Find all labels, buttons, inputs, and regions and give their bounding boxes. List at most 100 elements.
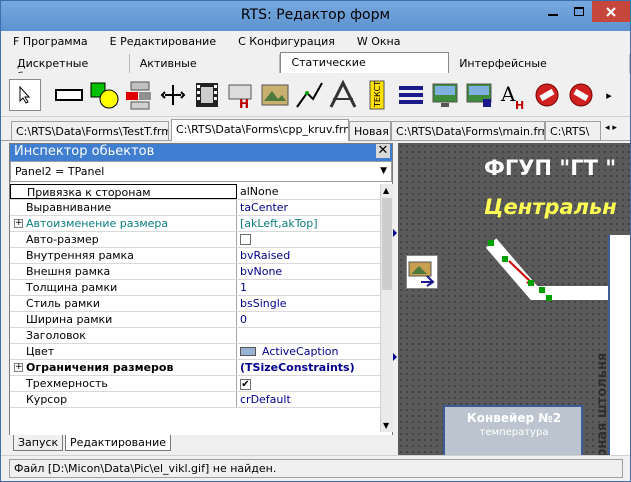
property-value[interactable]: bsSingle bbox=[237, 296, 380, 311]
property-name: Ширина рамки bbox=[10, 312, 237, 327]
file-tab-main[interactable]: C:\RTS\Data\Forms\main.frm bbox=[391, 121, 545, 140]
vertical-text-icon: ТЕКСТ bbox=[369, 80, 385, 110]
component-palette-tabs: Дискретные биты Активные компоненты Стат… bbox=[1, 51, 630, 83]
scroll-up-icon[interactable]: ▲ bbox=[383, 186, 389, 195]
property-name: Привязка к сторонам bbox=[10, 184, 237, 199]
monitor-tool[interactable] bbox=[429, 79, 461, 111]
file-tabs-scroll[interactable]: ◂ ▸ bbox=[605, 123, 617, 133]
image-component[interactable] bbox=[406, 255, 438, 289]
close-button[interactable] bbox=[592, 1, 630, 22]
property-row-ctl3d[interactable]: Трехмерность ✔ bbox=[10, 376, 380, 392]
property-value[interactable]: 1 bbox=[237, 280, 380, 295]
tab-interface-components[interactable]: Интерфейсные компоненты bbox=[449, 54, 630, 83]
title-bar[interactable]: RTS: Редактор форм bbox=[1, 1, 630, 31]
property-value[interactable]: ActiveCaption bbox=[237, 344, 380, 359]
tab-discrete-bits[interactable]: Дискретные биты bbox=[7, 54, 130, 83]
property-name: Выравнивание bbox=[10, 200, 237, 215]
property-value[interactable]: taCenter bbox=[237, 200, 380, 215]
file-tab-rts[interactable]: C:\RTS\ bbox=[545, 121, 601, 140]
file-tab-new[interactable]: Новая bbox=[349, 121, 391, 140]
header-tool[interactable]: H bbox=[225, 79, 257, 111]
color-swatch bbox=[240, 347, 256, 356]
property-value[interactable]: (TSizeConstraints) bbox=[237, 360, 380, 375]
menu-edit[interactable]: E Редактирование bbox=[96, 35, 224, 48]
property-value[interactable]: crDefault bbox=[237, 392, 380, 407]
property-row-border-style[interactable]: Стиль рамки bsSingle bbox=[10, 296, 380, 312]
object-selector[interactable]: Panel2 = TPanel ▼ bbox=[10, 161, 392, 182]
tab-editing[interactable]: Редактирование bbox=[65, 435, 171, 451]
property-value[interactable] bbox=[237, 328, 380, 343]
property-row-autosize[interactable]: Авто-размер bbox=[10, 232, 380, 248]
shaft-label[interactable]: рная штольня bbox=[595, 353, 610, 458]
expand-plus-icon[interactable]: + bbox=[14, 219, 23, 228]
tab-active-components[interactable]: Активные компоненты bbox=[130, 54, 281, 83]
toolbar-scroll-right[interactable]: ▸ bbox=[599, 79, 619, 111]
scroll-down-icon[interactable]: ▼ bbox=[383, 421, 389, 430]
stop2-tool[interactable] bbox=[565, 79, 597, 111]
tab-run[interactable]: Запуск bbox=[13, 435, 64, 451]
panel-icon bbox=[55, 89, 83, 101]
expand-plus-icon[interactable]: + bbox=[14, 363, 23, 372]
menu-windows[interactable]: W Окна bbox=[343, 35, 409, 48]
splitter-arrow-icon bbox=[393, 353, 397, 361]
scroll-thumb[interactable] bbox=[382, 198, 392, 290]
shaft-wall[interactable] bbox=[608, 235, 630, 461]
select-tool[interactable] bbox=[9, 79, 41, 111]
ctl3d-checkbox[interactable]: ✔ bbox=[240, 379, 251, 390]
text-label-tool[interactable]: ТЕКСТ bbox=[361, 79, 393, 111]
property-row-bevel-inner[interactable]: Внутренняя рамка bvRaised bbox=[10, 248, 380, 264]
autosize-checkbox[interactable] bbox=[240, 234, 251, 245]
property-value[interactable]: 0 bbox=[237, 312, 380, 327]
image-tool[interactable] bbox=[259, 79, 291, 111]
conveyor-panel[interactable]: Конвейер №2 температура bbox=[443, 405, 583, 461]
file-tab-cpp-kruv[interactable]: C:\RTS\Data\Forms\cpp_kruv.frm bbox=[171, 119, 349, 141]
property-row-color[interactable]: Цвет ActiveCaption bbox=[10, 344, 380, 360]
object-inspector: Инспектор обьектов ✕ Panel2 = TPanel ▼ Пр… bbox=[9, 143, 393, 436]
property-value[interactable]: bvNone bbox=[237, 264, 380, 279]
stop-sign-icon bbox=[535, 83, 559, 107]
property-value[interactable]: bvRaised bbox=[237, 248, 380, 263]
menu-program[interactable]: F Программа bbox=[1, 35, 96, 48]
property-row-cursor[interactable]: Курсор crDefault bbox=[10, 392, 380, 408]
monitor2-tool[interactable] bbox=[463, 79, 495, 111]
move-cross-icon bbox=[160, 85, 186, 105]
inspector-close-button[interactable]: ✕ bbox=[376, 144, 390, 158]
menu-config[interactable]: C Конфигурация bbox=[224, 35, 343, 48]
property-row-anchors[interactable]: + Автоизменение размера [akLeft,akTop] bbox=[10, 216, 380, 232]
maximize-button[interactable] bbox=[566, 1, 592, 22]
text-tool[interactable]: AH bbox=[497, 79, 529, 111]
property-value[interactable]: [akLeft,akTop] bbox=[237, 216, 380, 231]
list-tool[interactable] bbox=[395, 79, 427, 111]
list-icon bbox=[399, 86, 423, 104]
menu-bar: F Программа E Редактирование C Конфигура… bbox=[1, 31, 630, 51]
file-tab-testt[interactable]: C:\RTS\Data\Forms\TestT.frm bbox=[11, 121, 169, 140]
property-name: Авто-размер bbox=[10, 232, 237, 247]
tab-static-components[interactable]: Статические компоненты bbox=[280, 52, 450, 82]
minimize-button[interactable] bbox=[539, 1, 566, 22]
splitter-tool[interactable] bbox=[157, 79, 189, 111]
text-icon: AH bbox=[500, 82, 524, 111]
property-value[interactable]: alNone bbox=[237, 184, 380, 199]
property-row-caption[interactable]: Заголовок bbox=[10, 328, 380, 344]
property-row-alignment[interactable]: Выравнивание taCenter bbox=[10, 200, 380, 216]
film-tool[interactable] bbox=[191, 79, 223, 111]
inspector-scrollbar[interactable]: ▲ ▼ bbox=[380, 184, 393, 432]
inspector-title: Инспектор обьектов ✕ bbox=[10, 144, 392, 161]
window-title: RTS: Редактор форм bbox=[240, 7, 391, 23]
shapes-tool[interactable] bbox=[87, 79, 119, 111]
property-row-border-width[interactable]: Ширина рамки 0 bbox=[10, 312, 380, 328]
property-row-align[interactable]: Привязка к сторонам alNone bbox=[10, 184, 380, 200]
line-tool[interactable] bbox=[293, 79, 325, 111]
panel-tool[interactable] bbox=[53, 79, 85, 111]
property-row-bevel-width[interactable]: Толщина рамки 1 bbox=[10, 280, 380, 296]
form-canvas[interactable]: ФГУП "ГТ " Центральн рная штольня Конвей… bbox=[398, 143, 630, 461]
property-name: Заголовок bbox=[10, 328, 237, 343]
property-row-bevel-outer[interactable]: Внешня рамка bvNone bbox=[10, 264, 380, 280]
stop-tool[interactable] bbox=[531, 79, 563, 111]
property-name: Курсор bbox=[10, 392, 237, 407]
property-row-constraints[interactable]: + Ограничения размеров (TSizeConstraints… bbox=[10, 360, 380, 376]
conveyor-label: Конвейер №2 bbox=[466, 411, 562, 425]
panels-group-tool[interactable] bbox=[123, 79, 155, 111]
road-tool[interactable] bbox=[327, 79, 359, 111]
mode-tabs: Запуск Редактирование bbox=[9, 435, 393, 452]
